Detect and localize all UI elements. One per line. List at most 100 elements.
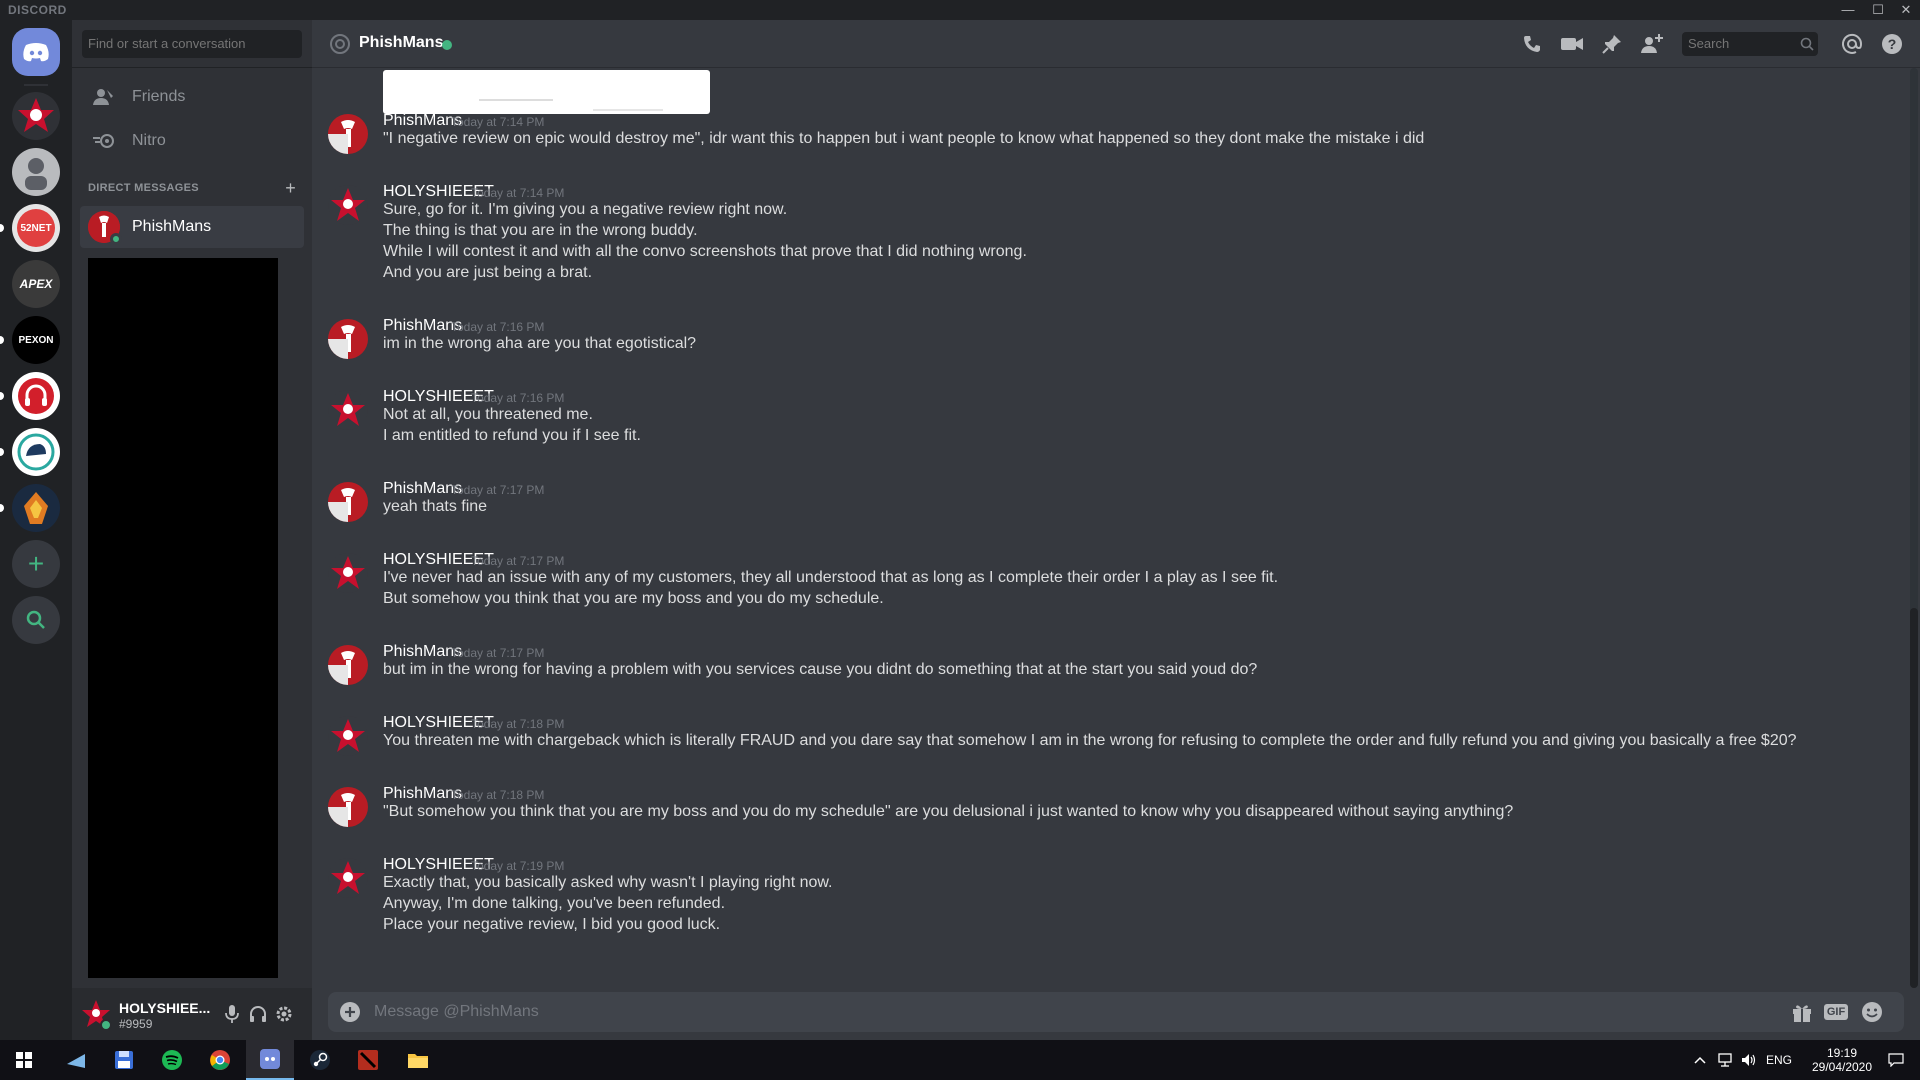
guild-apex[interactable]: APEX [12, 260, 60, 308]
guild-headset[interactable] [12, 372, 60, 420]
action-center-button[interactable] [1876, 1040, 1916, 1080]
fire-emblem-icon [24, 492, 48, 524]
maximize-button[interactable]: ☐ [1864, 0, 1892, 20]
avatar [88, 211, 122, 245]
image-attachment[interactable] [383, 70, 710, 114]
svg-text:?: ? [1888, 36, 1897, 52]
app-brand: DISCORD [8, 3, 67, 17]
chevron-up-icon [1694, 1056, 1706, 1064]
avatar[interactable] [328, 716, 368, 756]
show-hidden-icons-button[interactable] [1690, 1040, 1710, 1080]
taskbar-app-file-explorer[interactable] [394, 1040, 442, 1080]
dm-search-input[interactable] [82, 30, 302, 58]
guild-red-emblem[interactable] [12, 92, 60, 140]
add-friends-to-dm-button[interactable] [1640, 32, 1664, 56]
avatar[interactable] [328, 390, 368, 430]
message-text: I am entitled to refund you if I see fit… [383, 427, 641, 444]
message-timestamp: Today at 7:14 PM [451, 115, 545, 129]
message-timestamp: Today at 7:16 PM [471, 391, 565, 405]
avatar[interactable] [328, 553, 368, 593]
guild-cap[interactable] [12, 428, 60, 476]
message-text: but im in the wrong for having a problem… [383, 661, 1258, 678]
message-text: But somehow you think that you are my bo… [383, 590, 884, 607]
input-language[interactable]: ENG [1762, 1040, 1796, 1080]
close-button[interactable]: ✕ [1892, 0, 1920, 20]
minimize-button[interactable]: — [1834, 0, 1862, 20]
headset-icon [18, 378, 54, 414]
unread-pip [0, 392, 4, 400]
guild-character[interactable] [12, 148, 60, 196]
message-input[interactable] [374, 992, 1674, 1032]
avatar[interactable] [328, 645, 368, 685]
gif-picker-button[interactable]: GIF [1822, 1000, 1850, 1024]
message-text: Anyway, I'm done talking, you've been re… [383, 895, 726, 912]
deafen-button[interactable] [248, 1004, 268, 1024]
nav-nitro[interactable]: Nitro [80, 120, 304, 162]
taskbar-app-pinned-1[interactable] [52, 1040, 100, 1080]
message-timestamp: Today at 7:19 PM [471, 859, 565, 873]
taskbar-app-save[interactable] [100, 1040, 148, 1080]
at-icon [330, 34, 350, 54]
chrome-icon [210, 1050, 230, 1070]
guild-fire-emblem[interactable] [12, 484, 60, 532]
add-server-button[interactable]: + [12, 540, 60, 588]
scrollbar-thumb[interactable] [1910, 608, 1918, 988]
user-name: HOLYSHIEE... [119, 1000, 211, 1016]
spotify-icon [162, 1050, 182, 1070]
start-voice-call-button[interactable] [1520, 32, 1544, 56]
taskbar-app-steam[interactable] [296, 1040, 344, 1080]
taskbar-app-discord[interactable] [246, 1040, 294, 1080]
user-avatar[interactable] [80, 998, 112, 1031]
emoji-icon [1862, 1002, 1882, 1022]
guild-52net[interactable]: 52NET [12, 204, 60, 252]
avatar[interactable] [328, 114, 368, 154]
user-tag: #9959 [119, 1017, 153, 1031]
guild-52net-label: 52NET [17, 209, 55, 247]
avatar[interactable] [328, 319, 368, 359]
chat-header: PhishMans ? [312, 20, 1920, 68]
taskbar-app-spotify[interactable] [148, 1040, 196, 1080]
avatar[interactable] [328, 482, 368, 522]
clock[interactable]: 19:19 29/04/2020 [1804, 1040, 1880, 1080]
nav-friends[interactable]: Friends [80, 76, 304, 118]
title-bar: DISCORD — ☐ ✕ [0, 0, 1920, 20]
explore-servers-button[interactable] [12, 596, 60, 644]
home-button[interactable] [12, 28, 60, 76]
create-dm-button[interactable]: + [285, 178, 296, 199]
send-gift-button[interactable] [1790, 1000, 1814, 1024]
gift-icon [1793, 1005, 1811, 1022]
message-text: And you are just being a brat. [383, 264, 593, 281]
message-composer: GIF [328, 992, 1904, 1032]
network-button[interactable] [1714, 1040, 1736, 1080]
folder-icon [408, 1054, 428, 1068]
avatar[interactable] [328, 185, 368, 225]
taskbar-app-dota[interactable] [344, 1040, 392, 1080]
avatar[interactable] [328, 787, 368, 827]
chat-area: PhishMans ? PhishMansToday at 7:14 PM"I … [312, 20, 1920, 1040]
start-button[interactable] [0, 1040, 48, 1080]
volume-button[interactable] [1738, 1040, 1760, 1080]
upload-button[interactable] [338, 1000, 362, 1024]
taskbar-app-chrome[interactable] [196, 1040, 244, 1080]
unread-pip [0, 504, 4, 512]
message-timestamp: Today at 7:17 PM [451, 646, 545, 660]
message-text: You threaten me with chargeback which is… [383, 732, 1797, 749]
guild-list: 52NET APEX PEXON + [0, 20, 72, 1040]
discord-icon [260, 1049, 280, 1069]
chat-scrollbar[interactable] [1910, 68, 1918, 988]
help-button[interactable]: ? [1880, 32, 1904, 56]
redacted-dm-list [88, 258, 278, 978]
mute-button[interactable] [222, 1004, 242, 1024]
dm-item-phishmans[interactable]: PhishMans [80, 206, 304, 248]
chat-search-input[interactable] [1682, 32, 1818, 56]
guild-pexon[interactable]: PEXON [12, 316, 60, 364]
start-video-call-button[interactable] [1560, 32, 1584, 56]
avatar[interactable] [328, 858, 368, 898]
mentions-button[interactable] [1840, 32, 1864, 56]
message-text: "But somehow you think that you are my b… [383, 803, 1514, 820]
message-text: Sure, go for it. I'm giving you a negati… [383, 201, 788, 218]
emoji-picker-button[interactable] [1860, 1000, 1884, 1024]
pinned-messages-button[interactable] [1600, 32, 1624, 56]
user-settings-button[interactable] [274, 1004, 294, 1024]
windows-logo-icon [16, 1052, 32, 1068]
